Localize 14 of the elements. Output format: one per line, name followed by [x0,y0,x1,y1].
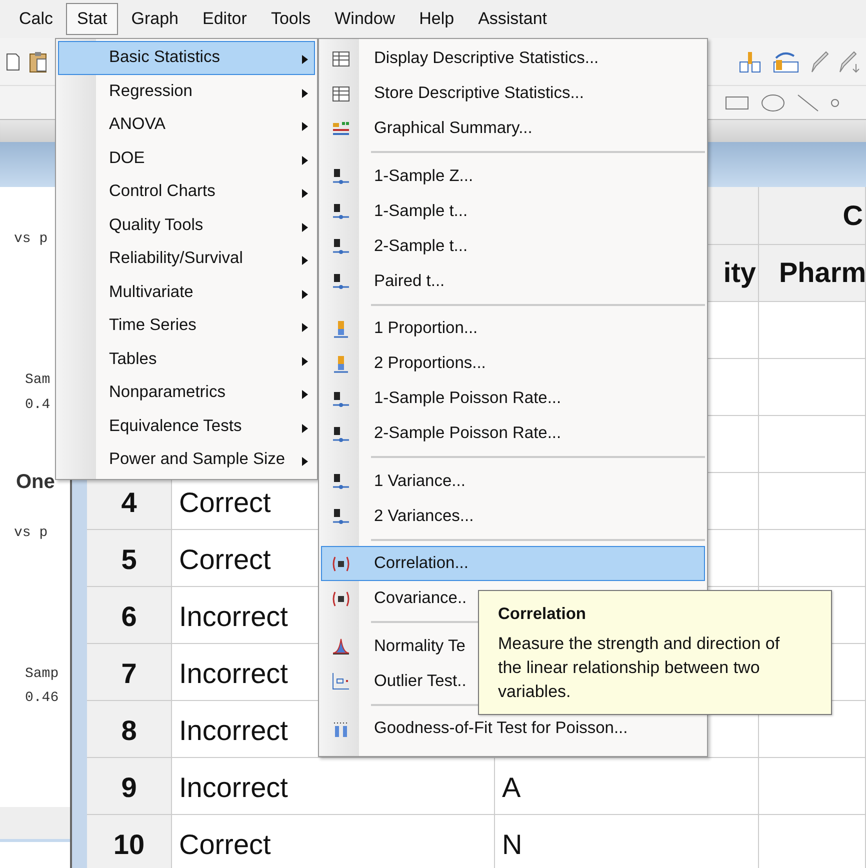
output-text: Samp [25,666,60,682]
table-cell: N [495,815,759,868]
tooltip-text: Measure the strength and direction of the linear relationship between two variables. [498,633,781,703]
table-cell: Correct [172,815,495,868]
output-text: 0.46 [25,690,60,706]
output-text: vs p [14,231,49,247]
column-group-header: C [759,187,866,245]
output-heading: One [16,470,56,494]
table-cell: Incorrect [172,758,495,815]
tooltip-title: Correlation [498,605,588,624]
output-text: vs p [14,525,49,541]
output-text: Sam [25,372,52,388]
output-text: 0.4 [25,397,52,413]
table-cell: A [495,758,759,815]
